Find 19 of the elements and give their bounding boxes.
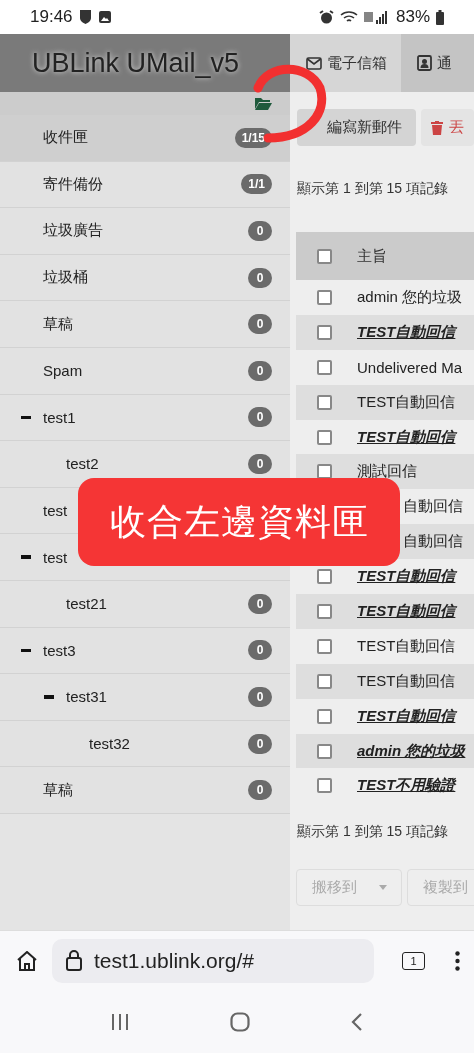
battery-level: 83% — [395, 7, 430, 27]
count-badge: 1/15 — [234, 127, 272, 148]
count-badge: 0 — [248, 453, 272, 474]
count-badge: 0 — [248, 593, 272, 614]
clock: 19:46 — [30, 7, 73, 27]
count-badge: 0 — [248, 221, 272, 241]
app-title: UBLink UMail_v5 — [32, 47, 240, 79]
annotation-tooltip: 收合左邊資料匣 — [78, 478, 400, 566]
record-count: 顯示第 1 到第 15 項記錄 — [296, 179, 449, 198]
count-badge: 0 — [248, 314, 272, 335]
count-badge: 0 — [248, 267, 272, 288]
count-badge: 0 — [248, 360, 272, 381]
count-badge: 0 — [248, 686, 272, 707]
count-badge: 0 — [248, 780, 272, 801]
count-badge: 0 — [248, 640, 272, 661]
count-badge: 1/1 — [241, 174, 272, 195]
count-badge: 0 — [248, 407, 272, 428]
record-count: 顯示第 1 到第 15 項記錄 — [296, 822, 449, 842]
count-badge: 0 — [248, 733, 272, 754]
